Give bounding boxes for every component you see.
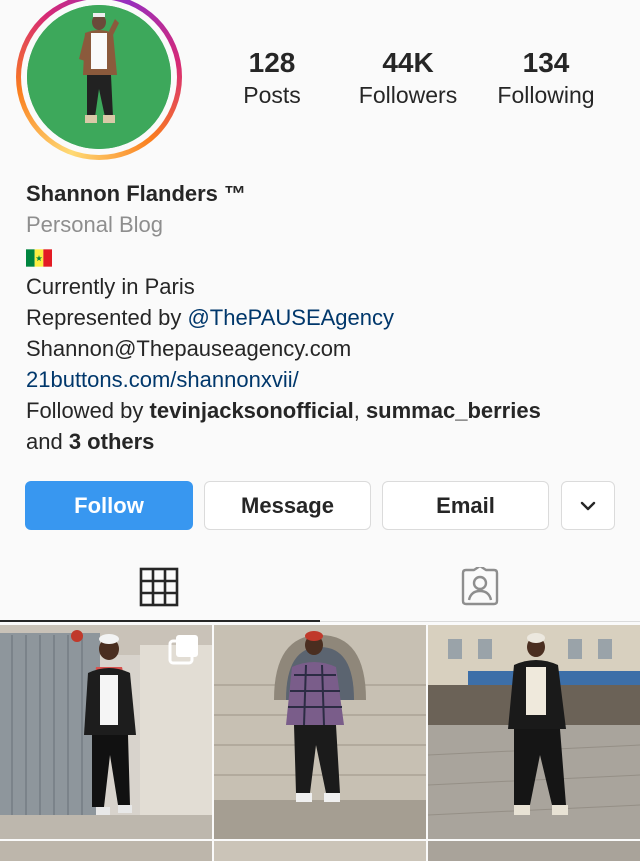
followed-by-user: summac_berries — [365, 398, 541, 423]
post-thumbnail[interactable] — [428, 625, 640, 839]
story-ring[interactable] — [16, 0, 182, 160]
tab-divider — [320, 621, 640, 622]
profile-name: Shannon Flanders ™ — [26, 181, 247, 206]
post-thumbnail[interactable] — [214, 841, 426, 861]
profile-bio: Shannon Flanders ™ Personal Blog Current… — [26, 178, 626, 457]
website-link[interactable]: 21buttons.com/shannonxvii/ — [26, 364, 626, 395]
post-thumbnail[interactable] — [428, 841, 640, 861]
followers-value: 44K — [382, 47, 434, 78]
followed-by-separator: , — [353, 398, 366, 423]
posts-label: Posts — [243, 82, 301, 108]
bio-location: Currently in Paris — [26, 274, 195, 299]
avatar-photo — [27, 5, 171, 149]
tab-tagged[interactable] — [460, 564, 500, 607]
posts-count: 128 Posts — [236, 46, 308, 110]
following-value: 134 — [522, 47, 570, 78]
following-label: Following — [497, 82, 595, 108]
senegal-flag-icon — [26, 249, 52, 267]
grid-icon — [139, 567, 179, 607]
post-image — [214, 841, 426, 861]
followed-by-others-line[interactable]: and 3 others — [26, 426, 626, 457]
followed-by-user: tevinjacksonofficial — [149, 398, 354, 423]
chevron-down-icon — [580, 501, 596, 510]
bio-email: Shannon@Thepauseagency.com — [26, 336, 352, 361]
following-count[interactable]: 134 Following — [490, 46, 602, 110]
post-thumbnail[interactable] — [214, 625, 426, 839]
followed-by-others: 3 others — [68, 429, 155, 454]
multiple-posts-icon — [170, 635, 198, 663]
post-image — [428, 841, 640, 861]
follow-button[interactable]: Follow — [25, 481, 193, 530]
suggested-dropdown-button[interactable] — [561, 481, 615, 530]
message-button[interactable]: Message — [204, 481, 371, 530]
profile-tabs — [0, 555, 640, 623]
followed-by-prefix: Followed by — [26, 398, 150, 423]
post-image — [0, 841, 212, 861]
posts-grid — [0, 625, 640, 861]
agency-mention-link[interactable]: @ThePAUSEAgency — [187, 305, 394, 330]
posts-value: 128 — [248, 47, 296, 78]
email-button[interactable]: Email — [382, 481, 549, 530]
post-thumbnail[interactable] — [0, 625, 212, 839]
post-thumbnail[interactable] — [0, 841, 212, 861]
avatar[interactable] — [27, 5, 171, 149]
profile-category: Personal Blog — [26, 212, 163, 237]
active-tab-indicator — [0, 620, 320, 622]
flag-row — [26, 240, 626, 271]
post-image — [428, 625, 640, 839]
represented-prefix: Represented by — [26, 305, 188, 330]
tab-grid[interactable] — [139, 567, 179, 607]
followed-by[interactable]: Followed by tevinjacksonofficial, summac… — [26, 395, 626, 426]
bio-represented: Represented by @ThePAUSEAgency — [26, 302, 626, 333]
followers-count[interactable]: 44K Followers — [352, 46, 464, 110]
tagged-person-icon — [461, 564, 499, 606]
post-image — [214, 625, 426, 839]
followers-label: Followers — [358, 82, 458, 108]
followed-by-and: and — [26, 429, 69, 454]
